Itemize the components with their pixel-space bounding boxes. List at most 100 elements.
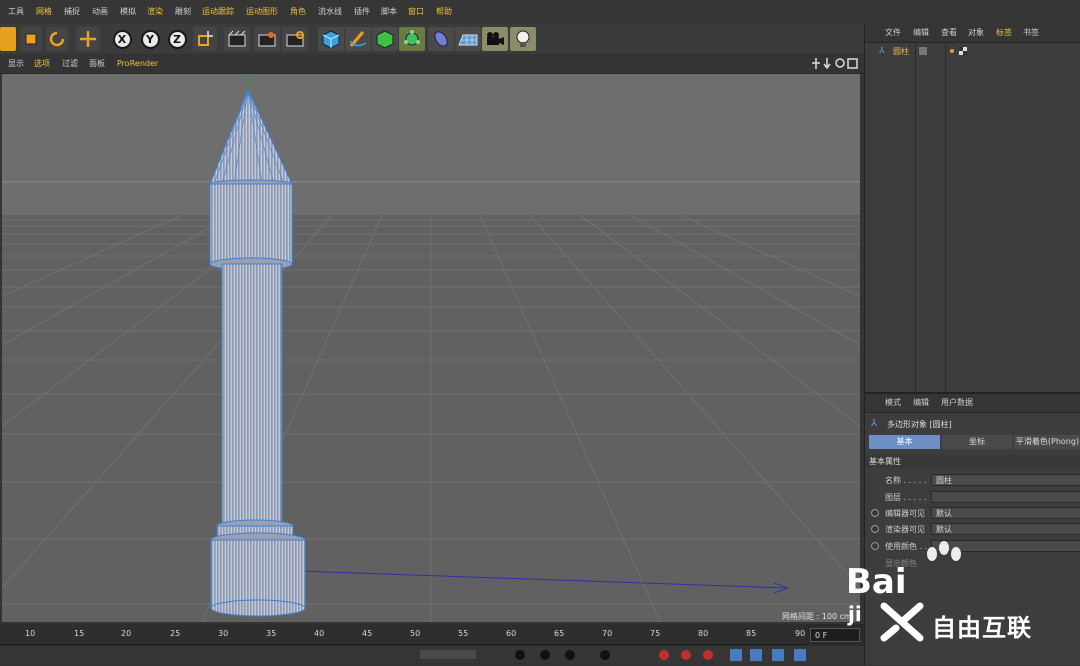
vp-menu-panel[interactable]: 面板 xyxy=(89,54,105,73)
x-axis-icon: X xyxy=(112,29,132,49)
name-field[interactable]: 圆柱 xyxy=(931,474,1080,486)
section-header: 基本属性 xyxy=(865,455,1080,468)
watermark: Bai ji 自由互联 xyxy=(840,540,1080,663)
layer-field[interactable] xyxy=(931,491,1080,503)
sky-background xyxy=(2,74,860,215)
timeline-tick: 85 xyxy=(746,629,757,638)
object-manager: 文件 编辑 查看 对象 标签 书签 ⅄ 圆柱 xyxy=(864,24,1080,392)
om-tab-view[interactable]: 查看 xyxy=(941,24,957,42)
menu-simulate[interactable]: 模拟 xyxy=(120,0,136,24)
menu-plugins[interactable]: 插件 xyxy=(354,0,370,24)
timeline-tick: 65 xyxy=(554,629,565,638)
tag-icons[interactable] xyxy=(949,47,967,55)
z-axis-icon: Z xyxy=(167,29,187,49)
subtab-coord[interactable]: 坐标 xyxy=(942,435,1012,449)
lock-z-axis-button[interactable]: Z xyxy=(165,27,189,51)
menu-tools[interactable]: 工具 xyxy=(8,0,24,24)
timeline-tick: 25 xyxy=(170,629,181,638)
timeline-tick: 30 xyxy=(218,629,229,638)
pen-spline-icon[interactable] xyxy=(345,27,371,51)
live-selection-icon[interactable] xyxy=(76,27,100,51)
lock-y-axis-button[interactable]: Y xyxy=(138,27,162,51)
render-visible-radio[interactable] xyxy=(871,525,879,533)
object-title: 多边形对象 [圆柱] xyxy=(887,420,952,429)
timeline-tick: 75 xyxy=(650,629,661,638)
field-label-editor-visible: 编辑器可见 xyxy=(885,509,925,518)
y-axis-icon: Y xyxy=(140,29,160,49)
viewport-3d[interactable]: 网格间距 : 100 cm xyxy=(2,74,860,622)
timeline-tick: 45 xyxy=(362,629,373,638)
paw-watermark-icon xyxy=(927,541,961,561)
x-logo-icon xyxy=(880,602,924,642)
timeline-tick: 55 xyxy=(458,629,469,638)
am-tab-mode[interactable]: 模式 xyxy=(885,394,901,412)
viewport-nav-icons[interactable] xyxy=(812,57,858,70)
menu-mesh[interactable]: 网格 xyxy=(36,0,52,24)
vp-menu-filter[interactable]: 过滤 xyxy=(62,54,78,73)
section-title: 基本属性 xyxy=(869,457,901,466)
menu-render[interactable]: 渲染 xyxy=(147,0,163,24)
menu-character[interactable]: 角色 xyxy=(290,0,306,24)
menu-bar: 工具 网格 捕捉 动画 模拟 渲染 雕刻 运动跟踪 运动图形 角色 流水线 插件… xyxy=(0,0,1080,24)
vp-menu-prorender[interactable]: ProRender xyxy=(117,54,158,73)
timeline-tick: 35 xyxy=(266,629,277,638)
cylinder-object-icon: ⅄ xyxy=(879,46,885,56)
camera-icon[interactable] xyxy=(482,27,508,51)
subdivision-surface-icon[interactable] xyxy=(372,27,398,51)
move-tool-icon[interactable] xyxy=(0,27,16,51)
deformer-icon[interactable] xyxy=(428,27,454,51)
subtab-basic[interactable]: 基本 xyxy=(869,435,940,449)
vp-menu-options[interactable]: 选项 xyxy=(34,54,50,73)
menu-help[interactable]: 帮助 xyxy=(436,0,452,24)
menu-sculpt[interactable]: 雕刻 xyxy=(175,0,191,24)
lock-x-axis-button[interactable]: X xyxy=(110,27,134,51)
editor-visible-dropdown[interactable]: 默认 xyxy=(931,507,1080,519)
cloner-icon[interactable] xyxy=(399,27,425,51)
playback-controls xyxy=(0,646,864,663)
object-row-cylinder[interactable]: ⅄ 圆柱 xyxy=(865,44,1080,59)
field-label-render-visible: 渲染器可见 xyxy=(885,525,925,534)
timeline-tick: 70 xyxy=(602,629,613,638)
menu-mograph[interactable]: 运动图形 xyxy=(246,0,278,24)
subtab-phong[interactable]: 平滑着色(Phong) xyxy=(1014,435,1080,449)
om-tab-object[interactable]: 对象 xyxy=(968,24,984,42)
om-tab-edit[interactable]: 编辑 xyxy=(913,24,929,42)
timeline-tick: 10 xyxy=(25,629,36,638)
layer-icon[interactable] xyxy=(919,47,927,55)
editor-visible-radio[interactable] xyxy=(871,509,879,517)
viewport-scene xyxy=(2,74,860,622)
render-picture-viewer-icon[interactable] xyxy=(254,27,280,51)
watermark-text-ji: ji xyxy=(848,602,862,626)
timeline-tick: 90 xyxy=(795,629,806,638)
menu-window[interactable]: 窗口 xyxy=(408,0,424,24)
timeline[interactable]: 10 15 20 25 30 35 40 45 50 55 60 65 70 7… xyxy=(0,624,864,663)
menu-animate[interactable]: 动画 xyxy=(92,0,108,24)
cube-primitive-icon[interactable] xyxy=(318,27,344,51)
om-tab-bookmarks[interactable]: 书签 xyxy=(1023,24,1039,42)
watermark-text-bai: Bai xyxy=(846,562,907,602)
am-tab-edit[interactable]: 编辑 xyxy=(913,394,929,412)
floor-icon[interactable] xyxy=(455,27,481,51)
scale-tool-icon[interactable] xyxy=(20,27,42,51)
timeline-tick: 15 xyxy=(74,629,85,638)
timeline-tick: 80 xyxy=(698,629,709,638)
light-icon[interactable] xyxy=(510,27,536,51)
menu-snap[interactable]: 捕捉 xyxy=(64,0,80,24)
timeline-tick: 50 xyxy=(410,629,421,638)
object-name: 圆柱 xyxy=(893,47,909,56)
field-label-name: 名称 . . . . . xyxy=(885,476,927,485)
timeline-tick: 40 xyxy=(314,629,325,638)
menu-pipeline[interactable]: 流水线 xyxy=(318,0,342,24)
render-settings-icon[interactable] xyxy=(282,27,308,51)
menu-motion-tracking[interactable]: 运动跟踪 xyxy=(202,0,234,24)
coordinate-system-icon[interactable] xyxy=(193,27,217,51)
render-view-icon[interactable] xyxy=(224,27,250,51)
om-tab-tags[interactable]: 标签 xyxy=(996,24,1012,42)
am-tab-user-data[interactable]: 用户数据 xyxy=(941,394,973,412)
menu-script[interactable]: 脚本 xyxy=(381,0,397,24)
vp-menu-display[interactable]: 显示 xyxy=(8,54,24,73)
viewport-menu: 显示 选项 过滤 面板 ProRender xyxy=(0,54,864,74)
render-visible-dropdown[interactable]: 默认 xyxy=(931,523,1080,535)
om-tab-file[interactable]: 文件 xyxy=(885,24,901,42)
rotate-tool-icon[interactable] xyxy=(46,27,68,51)
